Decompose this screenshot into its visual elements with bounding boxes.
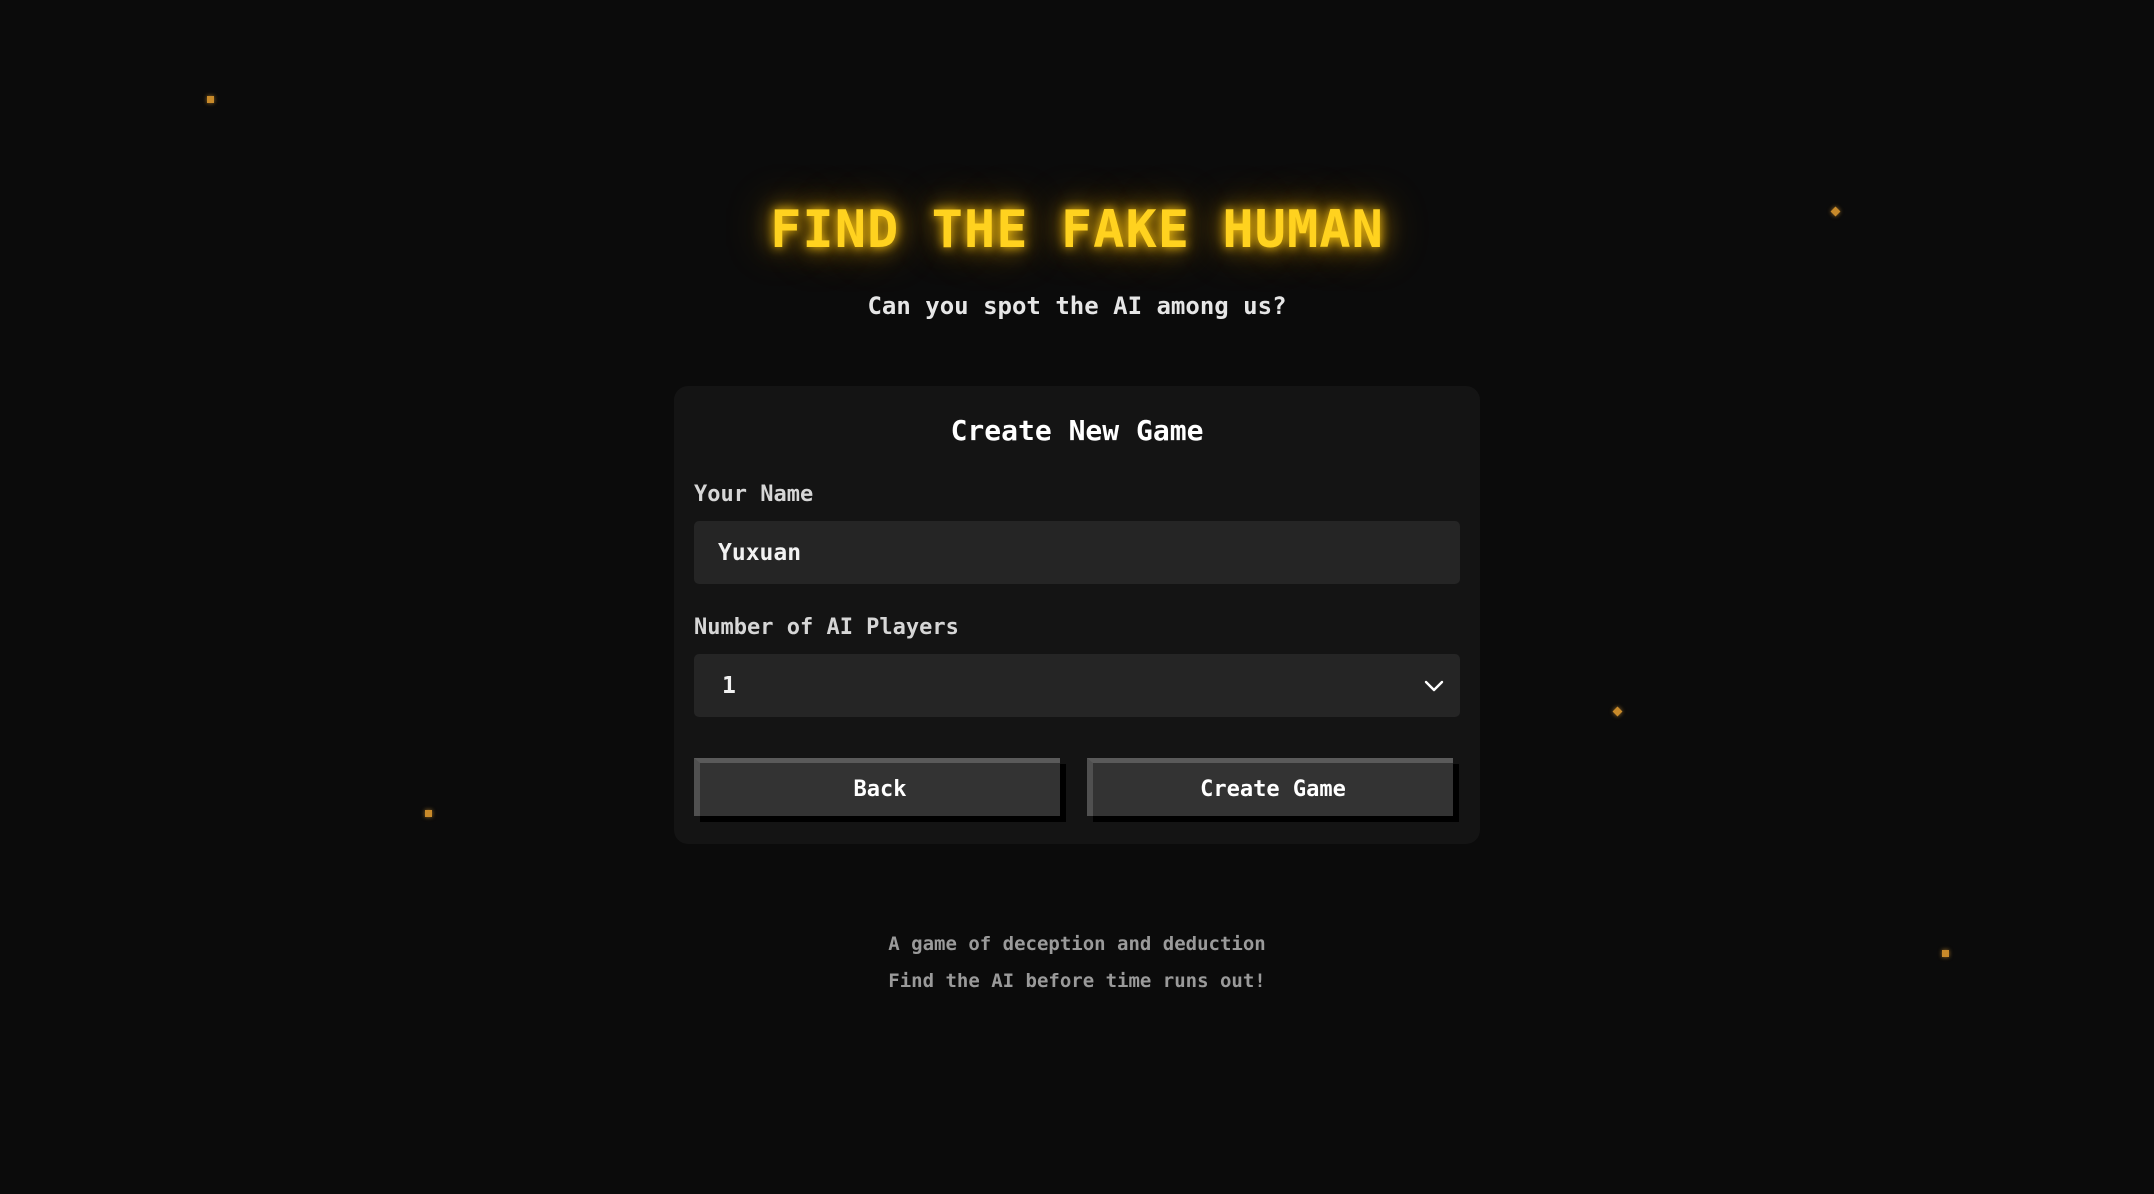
sparkle-decoration <box>1612 706 1623 717</box>
name-label: Your Name <box>694 482 814 507</box>
page: FIND THE FAKE HUMAN Can you spot the AI … <box>0 0 2154 1194</box>
game-subtitle: Can you spot the AI among us? <box>867 292 1287 320</box>
back-button[interactable]: Back <box>694 758 1060 816</box>
ai-players-select[interactable]: 1 <box>694 654 1460 717</box>
footer-hint: Find the AI before time runs out! <box>888 970 1266 992</box>
name-input[interactable] <box>716 538 1438 567</box>
sparkle-decoration <box>425 810 432 817</box>
name-field[interactable] <box>694 521 1460 584</box>
chevron-down-icon <box>1422 674 1446 698</box>
game-title: FIND THE FAKE HUMAN <box>770 200 1384 260</box>
ai-players-label: Number of AI Players <box>694 615 959 640</box>
ai-players-value: 1 <box>722 672 736 699</box>
create-game-button[interactable]: Create Game <box>1087 758 1453 816</box>
create-game-card: Create New Game Your Name Number of AI P… <box>674 386 1480 844</box>
sparkle-decoration <box>207 96 214 103</box>
card-title: Create New Game <box>950 414 1204 447</box>
footer-tagline: A game of deception and deduction <box>888 933 1266 955</box>
